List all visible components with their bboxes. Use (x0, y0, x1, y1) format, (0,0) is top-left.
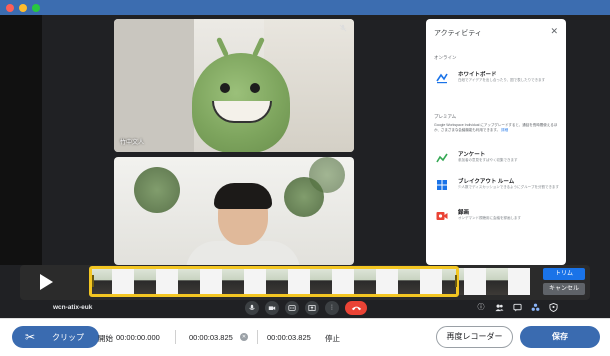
activity-item-description: 少人数でディスカッションできるようにグループを分割できます (458, 185, 559, 189)
section-online-label: オンライン (434, 55, 457, 60)
premium-learn-more-link[interactable]: 詳細 (501, 128, 508, 132)
current-time[interactable]: 00:00:03.825 (189, 333, 233, 342)
activity-item-title: ホワイトボード (458, 72, 497, 78)
premium-upgrade-note: Google Workspace Individual にアップグレードすると、… (434, 123, 560, 132)
maximize-window-icon[interactable] (32, 4, 40, 12)
activity-item-description: 白紙でアイデアを出し合ったり、図で表したりできます (458, 78, 546, 82)
info-icon[interactable]: ⓘ (476, 303, 486, 313)
rerecord-button[interactable]: 再度レコーダー (436, 326, 513, 348)
plush-eye (250, 83, 260, 93)
whiteboard-icon (436, 71, 448, 84)
captions-icon[interactable] (285, 301, 299, 315)
clip-mode-button[interactable]: ✂ クリップ (12, 326, 99, 348)
trim-button[interactable]: トリム (543, 268, 585, 280)
filmstrip-frame (486, 268, 508, 295)
activity-item-title: アンケート (458, 152, 486, 158)
premium-note-text: Google Workspace Individual にアップグレードすると、… (434, 123, 558, 132)
camera-icon[interactable] (265, 301, 279, 315)
stop-time[interactable]: 00:00:03.825 (267, 333, 311, 342)
background-plant (134, 167, 180, 213)
breakout-icon (436, 178, 448, 190)
activity-item-description: 参加者の意見をすばやく収集できます (458, 158, 518, 162)
end-call-icon[interactable] (345, 301, 367, 315)
background-plant (309, 157, 345, 193)
trim-end-handle[interactable] (455, 275, 457, 287)
more-options-icon[interactable]: ⋮ (325, 301, 339, 315)
panel-title: アクティビティ (434, 30, 482, 37)
filmstrip-frame (464, 268, 486, 295)
window-titlebar (0, 0, 610, 15)
filmstrip-frame (508, 268, 530, 295)
activity-item-whiteboard[interactable]: ホワイトボード 白紙でアイデアを出し合ったり、図で表したりできます (434, 69, 560, 93)
mic-off-icon (338, 24, 348, 34)
start-label: 開始 (98, 334, 113, 343)
trim-selection-range[interactable] (89, 266, 459, 297)
clip-label: クリップ (52, 333, 84, 342)
activity-item-description: オンデマンド視聴用に会議を録画します (458, 216, 521, 220)
scissors-icon: ✂ (24, 330, 36, 344)
activity-panel: アクティビティ ✕ オンライン ホワイトボード 白紙でアイデアを出し合ったり、図… (426, 19, 566, 265)
activity-item-breakout[interactable]: ブレイクアウト ルーム 少人数でディスカッションできるようにグループを分割できま… (434, 176, 560, 200)
plush-mouth (212, 101, 272, 123)
clear-time-icon[interactable]: ✕ (240, 333, 248, 341)
background-wall (114, 19, 194, 152)
present-icon[interactable] (305, 301, 319, 315)
mic-icon[interactable] (245, 301, 259, 315)
people-icon[interactable] (494, 303, 504, 313)
host-controls-icon[interactable] (548, 302, 558, 313)
minimize-window-icon[interactable] (19, 4, 27, 12)
stop-label: 停止 (325, 334, 340, 343)
poll-icon (436, 151, 448, 163)
plush-antenna (216, 36, 229, 58)
play-icon[interactable] (40, 274, 53, 290)
start-time[interactable]: 00:00:00.000 (116, 333, 160, 342)
person-hair (214, 183, 272, 209)
self-view-tile[interactable] (114, 157, 354, 265)
section-premium-label: プレミアム (434, 114, 457, 119)
activity-item-title: ブレイクアウト ルーム (458, 179, 515, 185)
close-window-icon[interactable] (6, 4, 14, 12)
activity-item-title: 録画 (458, 210, 470, 216)
activities-icon[interactable] (530, 303, 540, 313)
android-plush-image (192, 36, 290, 152)
participant-name: 竹中文人 (120, 140, 145, 146)
close-icon[interactable]: ✕ (550, 26, 558, 37)
cancel-button[interactable]: キャンセル (543, 283, 585, 295)
divider (257, 330, 258, 344)
activity-item-poll[interactable]: アンケート 参加者の意見をすばやく収集できます (434, 149, 560, 173)
trim-start-handle[interactable] (92, 275, 94, 287)
activity-item-record[interactable]: 録画 オンデマンド視聴用に会議を録画します (434, 207, 560, 231)
meeting-code: wcn-atix-euk (53, 304, 93, 311)
participant-tile[interactable]: 竹中文人 (114, 19, 354, 152)
save-button[interactable]: 保存 (520, 326, 600, 348)
divider (175, 330, 176, 344)
chat-icon[interactable] (512, 303, 522, 313)
record-icon (436, 209, 448, 221)
plush-eye (220, 83, 230, 93)
meeting-left-margin (0, 15, 42, 265)
